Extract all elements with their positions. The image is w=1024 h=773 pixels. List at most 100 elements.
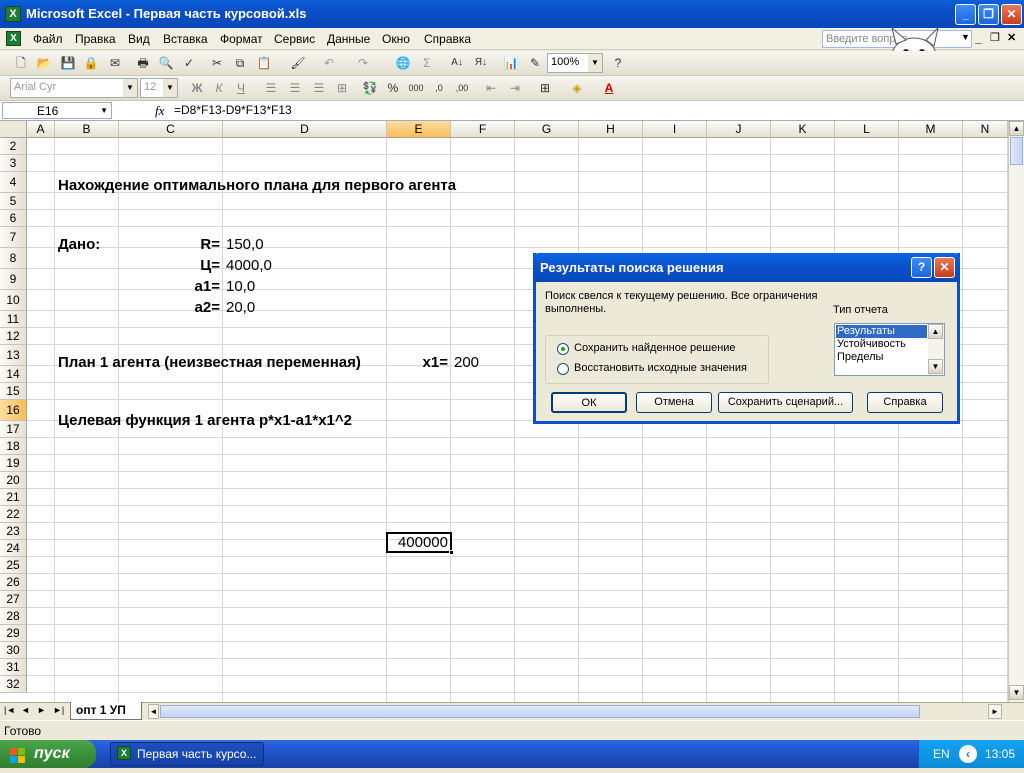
window-title-bar[interactable]: X Microsoft Excel - Первая часть курсово…	[0, 0, 1024, 28]
taskbar-item-excel[interactable]: X Первая часть курсо...	[110, 742, 264, 766]
column-header-M[interactable]: M	[899, 121, 963, 138]
active-cell-E16[interactable]: 400000	[386, 532, 454, 555]
row-header-32[interactable]: 32	[0, 676, 27, 693]
comma-style-icon[interactable]: 000	[407, 79, 425, 97]
column-header-H[interactable]: H	[579, 121, 643, 138]
column-header-C[interactable]: C	[119, 121, 223, 138]
sort-ascending-icon[interactable]: A↓	[448, 54, 466, 72]
column-header-J[interactable]: J	[707, 121, 771, 138]
row-header-25[interactable]: 25	[0, 557, 27, 574]
merge-center-icon[interactable]: ⊞	[333, 79, 351, 97]
row-header-5[interactable]: 5	[0, 193, 27, 210]
row-header-22[interactable]: 22	[0, 506, 27, 523]
row-header-2[interactable]: 2	[0, 138, 27, 155]
menu-help[interactable]: Справка	[424, 32, 471, 46]
menu-tools[interactable]: Сервис	[274, 32, 315, 46]
radio-keep-label[interactable]: Сохранить найденное решение	[574, 342, 736, 354]
menu-window[interactable]: Окно	[382, 32, 410, 46]
workbook-icon[interactable]: X	[6, 31, 21, 46]
save-icon[interactable]: 💾	[59, 54, 77, 72]
bold-icon[interactable]: Ж	[188, 79, 206, 97]
print-icon[interactable]: 🖶	[134, 54, 152, 72]
insert-function-icon[interactable]: fx	[155, 103, 164, 119]
font-size-select[interactable]: 12 ▼	[140, 78, 178, 98]
align-right-icon[interactable]: ☰	[310, 79, 328, 97]
cell-C10[interactable]: a2=	[160, 298, 220, 318]
dialog-close-icon[interactable]: ✕	[934, 257, 955, 278]
decrease-decimal-icon[interactable]: ,00	[453, 79, 471, 97]
clock[interactable]: 13:05	[985, 747, 1015, 761]
sheet-tab-active[interactable]: опт 1 УП	[70, 702, 142, 720]
font-name-dropdown-icon[interactable]: ▼	[123, 79, 137, 97]
fill-color-icon[interactable]: ◈	[568, 79, 586, 97]
row-header-17[interactable]: 17	[0, 421, 27, 438]
cell-B13[interactable]: План 1 агента (неизвестная переменная)	[58, 353, 361, 373]
close-button[interactable]: ✕	[1001, 4, 1022, 25]
format-painter-icon[interactable]: 🖌	[289, 54, 307, 72]
row-header-28[interactable]: 28	[0, 608, 27, 625]
font-name-select[interactable]: Arial Cyr ▼	[10, 78, 138, 98]
row-header-16[interactable]: 16	[0, 400, 27, 421]
row-header-21[interactable]: 21	[0, 489, 27, 506]
minimize-button[interactable]: _	[955, 4, 976, 25]
hscroll-left-icon[interactable]: ◄	[148, 704, 159, 719]
borders-icon[interactable]: ⊞	[536, 79, 554, 97]
maximize-button[interactable]: ❐	[978, 4, 999, 25]
radio-keep-solution[interactable]	[557, 343, 569, 355]
help-button[interactable]: Справка	[867, 392, 943, 413]
fill-handle[interactable]	[449, 550, 454, 555]
report-scroll-up-icon[interactable]: ▲	[928, 324, 943, 339]
language-indicator[interactable]: EN	[933, 747, 950, 761]
doc-close-button[interactable]: ✕	[1007, 31, 1016, 44]
scroll-up-icon[interactable]: ▲	[1009, 121, 1024, 136]
radio-restore-label[interactable]: Восстановить исходные значения	[574, 362, 747, 374]
row-header-7[interactable]: 7	[0, 227, 27, 248]
row-header-6[interactable]: 6	[0, 210, 27, 227]
scroll-down-icon[interactable]: ▼	[1009, 685, 1024, 700]
menu-view[interactable]: Вид	[128, 32, 150, 46]
next-sheet-icon[interactable]: ►	[37, 705, 46, 715]
cell-C7[interactable]: R=	[160, 235, 220, 255]
hscroll-right-icon[interactable]: ►	[988, 704, 1002, 719]
report-scroll-down-icon[interactable]: ▼	[928, 359, 943, 374]
formula-input[interactable]: =D8*F13-D9*F13*F13	[174, 103, 292, 117]
align-center-icon[interactable]: ☰	[286, 79, 304, 97]
underline-icon[interactable]: Ч	[232, 79, 250, 97]
cell-B16[interactable]: Целевая функция 1 агента p*x1-a1*x1^2	[58, 411, 352, 431]
ok-button[interactable]: ОК	[551, 392, 627, 413]
align-left-icon[interactable]: ☰	[262, 79, 280, 97]
increase-decimal-icon[interactable]: ,0	[430, 79, 448, 97]
sort-descending-icon[interactable]: Я↓	[472, 54, 490, 72]
row-header-3[interactable]: 3	[0, 155, 27, 172]
select-all-corner[interactable]	[0, 121, 27, 138]
menu-insert[interactable]: Вставка	[163, 32, 208, 46]
dialog-title-bar[interactable]: Результаты поиска решения ? ✕	[533, 253, 960, 282]
cell-E13[interactable]: x1=	[390, 353, 448, 373]
row-header-20[interactable]: 20	[0, 472, 27, 489]
hyperlink-icon[interactable]: 🌐	[394, 54, 412, 72]
print-preview-icon[interactable]: 🔍	[157, 54, 175, 72]
row-header-24[interactable]: 24	[0, 540, 27, 557]
cell-E16[interactable]: 400000	[388, 533, 448, 553]
row-header-8[interactable]: 8	[0, 248, 27, 269]
save-scenario-button[interactable]: Сохранить сценарий...	[718, 392, 853, 413]
row-header-12[interactable]: 12	[0, 328, 27, 345]
row-header-23[interactable]: 23	[0, 523, 27, 540]
name-box[interactable]: E16 ▼	[2, 102, 112, 119]
row-header-10[interactable]: 10	[0, 290, 27, 311]
row-header-14[interactable]: 14	[0, 366, 27, 383]
cell-C9[interactable]: a1=	[160, 277, 220, 297]
cancel-button[interactable]: Отмена	[636, 392, 712, 413]
percent-icon[interactable]: %	[384, 79, 402, 97]
zoom-dropdown-icon[interactable]: ▼	[588, 54, 602, 72]
doc-restore-button[interactable]: ❐	[990, 31, 1000, 44]
column-header-E[interactable]: E	[387, 121, 451, 138]
row-header-11[interactable]: 11	[0, 311, 27, 328]
column-header-D[interactable]: D	[223, 121, 387, 138]
font-size-dropdown-icon[interactable]: ▼	[163, 79, 177, 97]
zoom-select[interactable]: 100% ▼	[547, 53, 603, 73]
cell-D8[interactable]: 4000,0	[226, 256, 272, 276]
increase-indent-icon[interactable]: ⇥	[506, 79, 524, 97]
permission-icon[interactable]: 🔒	[82, 54, 100, 72]
copy-icon[interactable]: ⧉	[231, 54, 249, 72]
